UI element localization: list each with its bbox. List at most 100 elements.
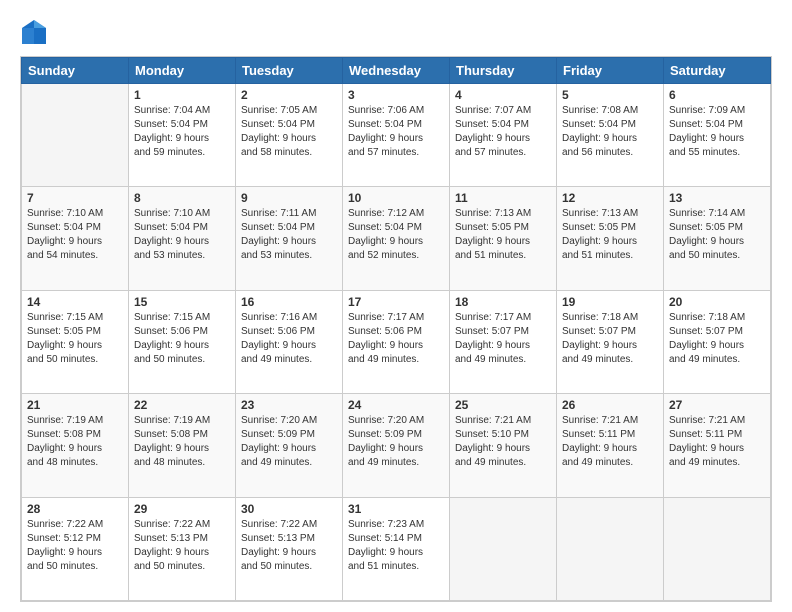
day-number: 22 (134, 398, 230, 412)
calendar-cell: 25 Sunrise: 7:21 AM Sunset: 5:10 PM Dayli… (450, 394, 557, 497)
day-number: 6 (669, 88, 765, 102)
header (20, 18, 772, 46)
calendar-cell: 19Sunrise: 7:18 AM Sunset: 5:07 PM Dayli… (557, 290, 664, 393)
day-number: 3 (348, 88, 444, 102)
calendar-cell: 7 Sunrise: 7:10 AM Sunset: 5:04 PM Daylig… (22, 187, 129, 290)
day-number: 2 (241, 88, 337, 102)
calendar-cell: 2 Sunrise: 7:05 AM Sunset: 5:04 PM Daylig… (236, 84, 343, 187)
logo (20, 18, 52, 46)
day-info: Sunrise: 7:09 AM Sunset: 5:04 PM Dayligh… (669, 104, 765, 160)
calendar-cell: 10 Sunrise: 7:12 AM Sunset: 5:04 PM Dayli… (343, 187, 450, 290)
calendar-cell: 4Sunrise: 7:07 AM Sunset: 5:04 PM Daylig… (450, 84, 557, 187)
day-number: 25 (455, 398, 551, 412)
calendar-cell: 5 Sunrise: 7:08 AM Sunset: 5:04 PM Daylig… (557, 84, 664, 187)
day-number: 28 (27, 502, 123, 516)
day-info: Sunrise: 7:20 AM Sunset: 5:09 PM Dayligh… (348, 414, 444, 470)
calendar-header: SundayMondayTuesdayWednesdayThursdayFrid… (22, 58, 771, 84)
day-number: 12 (562, 191, 658, 205)
calendar-cell: 1 Sunrise: 7:04 AM Sunset: 5:04 PM Daylig… (129, 84, 236, 187)
day-number: 29 (134, 502, 230, 516)
weekday-header-monday: Monday (129, 58, 236, 84)
weekday-row: SundayMondayTuesdayWednesdayThursdayFrid… (22, 58, 771, 84)
weekday-header-sunday: Sunday (22, 58, 129, 84)
day-number: 1 (134, 88, 230, 102)
day-info: Sunrise: 7:19 AM Sunset: 5:08 PM Dayligh… (27, 414, 123, 470)
day-info: Sunrise: 7:18 AM Sunset: 5:07 PM Dayligh… (669, 311, 765, 367)
day-info: Sunrise: 7:08 AM Sunset: 5:04 PM Dayligh… (562, 104, 658, 160)
day-number: 26 (562, 398, 658, 412)
calendar-cell: 6 Sunrise: 7:09 AM Sunset: 5:04 PM Daylig… (664, 84, 771, 187)
day-info: Sunrise: 7:20 AM Sunset: 5:09 PM Dayligh… (241, 414, 337, 470)
day-number: 7 (27, 191, 123, 205)
day-info: Sunrise: 7:10 AM Sunset: 5:04 PM Dayligh… (134, 207, 230, 263)
day-number: 5 (562, 88, 658, 102)
week-row-0: 1 Sunrise: 7:04 AM Sunset: 5:04 PM Daylig… (22, 84, 771, 187)
calendar-cell: 22 Sunrise: 7:19 AM Sunset: 5:08 PM Dayli… (129, 394, 236, 497)
logo-icon (20, 18, 48, 46)
weekday-header-friday: Friday (557, 58, 664, 84)
calendar-table: SundayMondayTuesdayWednesdayThursdayFrid… (21, 57, 771, 601)
day-info: Sunrise: 7:19 AM Sunset: 5:08 PM Dayligh… (134, 414, 230, 470)
calendar-cell: 15 Sunrise: 7:15 AM Sunset: 5:06 PM Dayli… (129, 290, 236, 393)
day-number: 9 (241, 191, 337, 205)
day-info: Sunrise: 7:17 AM Sunset: 5:06 PM Dayligh… (348, 311, 444, 367)
day-number: 16 (241, 295, 337, 309)
calendar-cell: 29 Sunrise: 7:22 AM Sunset: 5:13 PM Dayli… (129, 497, 236, 600)
calendar-cell: 11Sunrise: 7:13 AM Sunset: 5:05 PM Dayli… (450, 187, 557, 290)
day-number: 23 (241, 398, 337, 412)
calendar-cell: 16 Sunrise: 7:16 AM Sunset: 5:06 PM Dayli… (236, 290, 343, 393)
calendar-cell: 28 Sunrise: 7:22 AM Sunset: 5:12 PM Dayli… (22, 497, 129, 600)
day-number: 13 (669, 191, 765, 205)
day-info: Sunrise: 7:21 AM Sunset: 5:10 PM Dayligh… (455, 414, 551, 470)
day-info: Sunrise: 7:22 AM Sunset: 5:13 PM Dayligh… (241, 518, 337, 574)
day-info: Sunrise: 7:21 AM Sunset: 5:11 PM Dayligh… (562, 414, 658, 470)
day-info: Sunrise: 7:22 AM Sunset: 5:12 PM Dayligh… (27, 518, 123, 574)
calendar-cell (664, 497, 771, 600)
page: SundayMondayTuesdayWednesdayThursdayFrid… (0, 0, 792, 612)
weekday-header-thursday: Thursday (450, 58, 557, 84)
day-info: Sunrise: 7:16 AM Sunset: 5:06 PM Dayligh… (241, 311, 337, 367)
day-info: Sunrise: 7:13 AM Sunset: 5:05 PM Dayligh… (562, 207, 658, 263)
day-info: Sunrise: 7:10 AM Sunset: 5:04 PM Dayligh… (27, 207, 123, 263)
day-number: 20 (669, 295, 765, 309)
calendar-cell: 27Sunrise: 7:21 AM Sunset: 5:11 PM Dayli… (664, 394, 771, 497)
calendar-cell: 12 Sunrise: 7:13 AM Sunset: 5:05 PM Dayli… (557, 187, 664, 290)
calendar-cell (557, 497, 664, 600)
day-number: 14 (27, 295, 123, 309)
calendar-cell: 3 Sunrise: 7:06 AM Sunset: 5:04 PM Daylig… (343, 84, 450, 187)
calendar-cell: 9 Sunrise: 7:11 AM Sunset: 5:04 PM Daylig… (236, 187, 343, 290)
day-number: 30 (241, 502, 337, 516)
weekday-header-tuesday: Tuesday (236, 58, 343, 84)
day-number: 21 (27, 398, 123, 412)
day-info: Sunrise: 7:15 AM Sunset: 5:05 PM Dayligh… (27, 311, 123, 367)
day-number: 15 (134, 295, 230, 309)
calendar-cell: 8 Sunrise: 7:10 AM Sunset: 5:04 PM Daylig… (129, 187, 236, 290)
day-number: 8 (134, 191, 230, 205)
week-row-1: 7 Sunrise: 7:10 AM Sunset: 5:04 PM Daylig… (22, 187, 771, 290)
day-info: Sunrise: 7:11 AM Sunset: 5:04 PM Dayligh… (241, 207, 337, 263)
day-info: Sunrise: 7:05 AM Sunset: 5:04 PM Dayligh… (241, 104, 337, 160)
calendar-cell: 30 Sunrise: 7:22 AM Sunset: 5:13 PM Dayli… (236, 497, 343, 600)
day-number: 17 (348, 295, 444, 309)
day-info: Sunrise: 7:06 AM Sunset: 5:04 PM Dayligh… (348, 104, 444, 160)
calendar-body: 1 Sunrise: 7:04 AM Sunset: 5:04 PM Daylig… (22, 84, 771, 601)
day-info: Sunrise: 7:04 AM Sunset: 5:04 PM Dayligh… (134, 104, 230, 160)
calendar-cell: 31Sunrise: 7:23 AM Sunset: 5:14 PM Dayli… (343, 497, 450, 600)
day-info: Sunrise: 7:22 AM Sunset: 5:13 PM Dayligh… (134, 518, 230, 574)
calendar-cell: 18 Sunrise: 7:17 AM Sunset: 5:07 PM Dayli… (450, 290, 557, 393)
weekday-header-saturday: Saturday (664, 58, 771, 84)
day-info: Sunrise: 7:15 AM Sunset: 5:06 PM Dayligh… (134, 311, 230, 367)
calendar-cell: 20 Sunrise: 7:18 AM Sunset: 5:07 PM Dayli… (664, 290, 771, 393)
calendar-cell: 26 Sunrise: 7:21 AM Sunset: 5:11 PM Dayli… (557, 394, 664, 497)
calendar-cell (450, 497, 557, 600)
day-number: 18 (455, 295, 551, 309)
day-info: Sunrise: 7:12 AM Sunset: 5:04 PM Dayligh… (348, 207, 444, 263)
week-row-3: 21 Sunrise: 7:19 AM Sunset: 5:08 PM Dayli… (22, 394, 771, 497)
day-info: Sunrise: 7:07 AM Sunset: 5:04 PM Dayligh… (455, 104, 551, 160)
calendar-cell: 17 Sunrise: 7:17 AM Sunset: 5:06 PM Dayli… (343, 290, 450, 393)
day-number: 10 (348, 191, 444, 205)
day-info: Sunrise: 7:14 AM Sunset: 5:05 PM Dayligh… (669, 207, 765, 263)
day-info: Sunrise: 7:17 AM Sunset: 5:07 PM Dayligh… (455, 311, 551, 367)
week-row-4: 28 Sunrise: 7:22 AM Sunset: 5:12 PM Dayli… (22, 497, 771, 600)
day-number: 24 (348, 398, 444, 412)
